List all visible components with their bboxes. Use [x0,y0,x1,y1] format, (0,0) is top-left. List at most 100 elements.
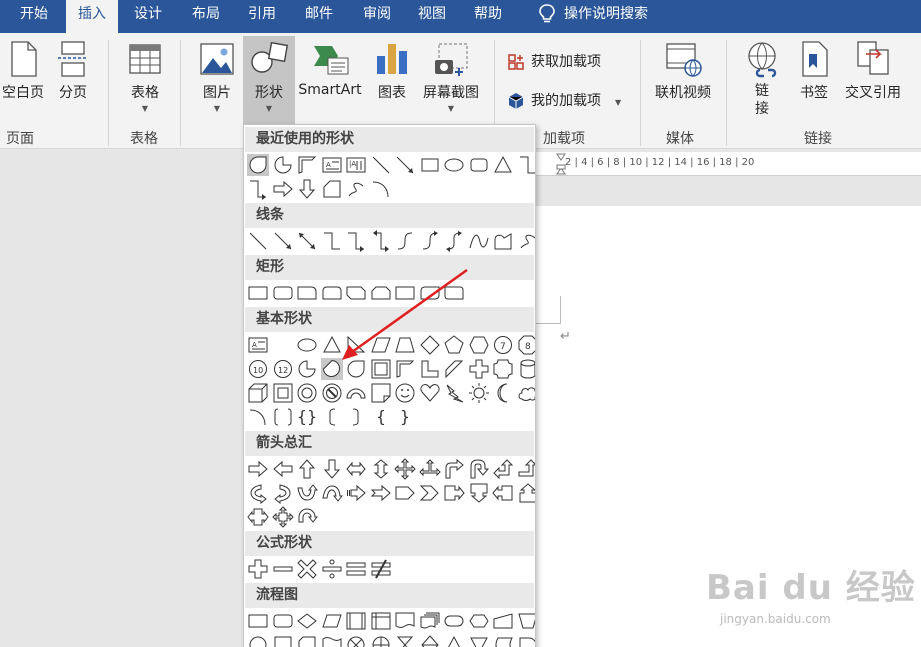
right-brace-shape[interactable]: } [394,406,416,428]
curved-left-arrow-shape[interactable] [272,482,294,505]
flowchart-offpage-connector-shape[interactable] [272,634,294,647]
down-arrow-callout-shape[interactable] [468,482,490,504]
elbow-arrow-connector-shape[interactable] [247,178,269,200]
right-arrow-shape[interactable] [247,458,269,480]
left-right-arrow-shape[interactable] [345,458,367,480]
elbow-arrow-connector-shape[interactable] [345,230,367,252]
up-down-arrow-shape[interactable] [370,458,392,480]
tab-help[interactable]: 帮助 [462,0,514,33]
tab-home[interactable]: 开始 [8,0,60,33]
trapezoid-shape[interactable] [394,334,416,356]
tab-references[interactable]: 引用 [236,0,288,33]
rectangle-shape[interactable] [419,154,441,176]
hexagon-shape[interactable] [468,334,490,356]
bookmark-button[interactable]: 书签 [794,40,834,102]
triangle-shape[interactable] [321,334,343,356]
parallelogram-shape[interactable] [370,334,392,356]
can-shape[interactable] [517,358,535,380]
circular-arrow-shape[interactable] [296,506,319,528]
curved-down-arrow-shape[interactable] [321,482,344,504]
half-frame-shape[interactable] [296,154,318,176]
snip-corner-shape[interactable] [321,178,343,200]
oval-shape[interactable] [443,154,465,176]
division-sign-shape[interactable] [321,558,343,580]
flowchart-stored-data-shape[interactable] [492,634,514,647]
flowchart-punched-tape-shape[interactable] [321,634,343,647]
u-turn-arrow-shape[interactable] [468,458,490,480]
right-triangle-shape[interactable] [345,334,367,356]
left-brace-shape[interactable]: { [370,406,392,428]
flowchart-document-shape[interactable] [394,610,416,632]
tab-insert[interactable]: 插入 [66,0,118,33]
text-box-shape[interactable]: A [247,334,269,356]
flowchart-collate-shape[interactable] [394,634,416,647]
flowchart-sort-shape[interactable] [419,634,441,647]
curved-arrow-connector-shape[interactable] [419,230,441,252]
flowchart-card-shape[interactable] [296,634,318,647]
multiply-sign-shape[interactable] [296,558,318,580]
arc-shape[interactable] [247,406,269,428]
flowchart-preparation-shape[interactable] [468,610,490,632]
plaque-shape[interactable] [492,358,514,380]
snip-same-side-shape[interactable] [370,282,392,304]
pentagon-arrow-shape[interactable] [394,482,416,504]
down-arrow-shape[interactable] [296,178,318,200]
heart-shape[interactable] [419,382,441,404]
frame-shape[interactable] [370,358,392,380]
double-arrow-line-shape[interactable] [296,230,318,252]
decagon-shape[interactable]: 10 [247,358,269,380]
my-addins-button[interactable]: 我的加载项 ▼ [507,90,621,110]
left-right-arrow-callout-shape[interactable] [247,506,269,528]
left-arrow-callout-shape[interactable] [492,482,514,504]
vertical-text-box-shape[interactable]: |A [345,154,367,176]
smiley-face-shape[interactable] [394,382,416,404]
rounded-rectangle-shape[interactable] [468,154,490,176]
page-break-button[interactable]: 分页 [52,40,94,102]
left-bracket-shape[interactable] [321,406,343,428]
left-arrow-shape[interactable] [272,458,294,480]
flowchart-multidocument-shape[interactable] [419,610,441,632]
heptagon-shape[interactable]: 7 [492,334,514,356]
folded-corner-shape[interactable] [370,382,392,404]
notched-right-arrow-shape[interactable] [370,482,392,504]
sun-shape[interactable] [468,382,490,404]
plus-shape[interactable] [468,358,490,380]
cube-shape[interactable] [247,382,269,404]
not-equal-sign-shape[interactable] [370,558,392,580]
get-addins-button[interactable]: 获取加载项 [507,51,601,71]
bent-arrow-shape[interactable] [443,458,465,480]
online-video-button[interactable]: 联机视频 [650,40,716,102]
bent-up-arrow-shape[interactable] [517,458,535,480]
rectangle-shape[interactable] [247,282,269,304]
cross-reference-button[interactable]: 交叉引用 [840,40,906,102]
plus-sign-shape[interactable] [247,558,269,580]
right-arrow-callout-shape[interactable] [443,482,465,504]
flowchart-predefined-process-shape[interactable] [345,610,367,632]
flowchart-alternate-process-shape[interactable] [272,610,294,632]
curved-double-arrow-connector-shape[interactable] [443,230,465,252]
flowchart-process-shape[interactable] [247,610,269,632]
smartart-button[interactable]: SmartArt [296,40,364,98]
half-frame-shape[interactable] [394,358,416,380]
curved-up-arrow-shape[interactable] [296,482,319,504]
blank-page-button[interactable]: 空白页 [0,40,46,102]
tab-review[interactable]: 审阅 [351,0,403,33]
left-right-up-arrow-shape[interactable] [419,458,441,480]
table-button[interactable]: 表格 ▼ [124,40,166,113]
moon-shape[interactable] [492,382,514,404]
snip-round-corner-shape[interactable] [419,282,441,304]
double-bracket-shape[interactable] [272,406,294,428]
freeform-scribble-shape[interactable] [345,178,367,200]
l-shape[interactable] [419,358,441,380]
flowchart-manual-input-shape[interactable] [492,610,514,632]
flowchart-or-shape[interactable] [370,634,392,647]
flowchart-connector-shape[interactable] [247,634,269,647]
tell-me-box[interactable]: 操作说明搜索 [538,0,648,33]
flowchart-terminator-shape[interactable] [443,610,465,632]
teardrop-shape[interactable] [247,154,269,176]
same-side-corner-rounded-shape[interactable] [321,282,343,304]
flowchart-summing-junction-shape[interactable] [345,634,367,647]
minus-sign-shape[interactable] [272,558,294,580]
line-shape[interactable] [370,154,392,176]
flowchart-internal-storage-shape[interactable] [370,610,392,632]
